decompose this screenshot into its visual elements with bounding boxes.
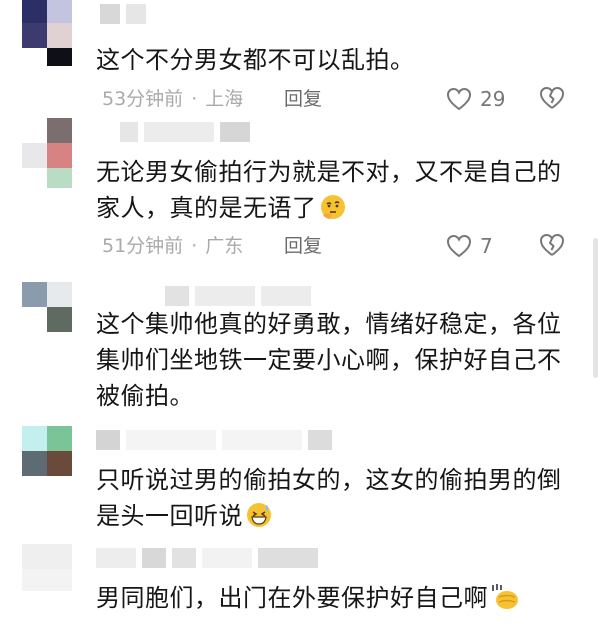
avatar[interactable] [22,118,72,188]
comment-meta: 51分钟前 · 广东 回复 7 [96,231,576,261]
comment-meta: 53分钟前 · 上海 回复 29 [96,84,576,114]
avatar[interactable] [22,544,72,594]
heart-icon [446,234,472,258]
comment-location: 广东 [205,235,244,257]
like-count: 29 [480,87,506,111]
clapping-hands-icon [490,583,518,611]
username-blurred[interactable] [100,4,152,24]
comment-text: 这个集帅他真的好勇敢，情绪好稳定，各位集帅们坐地铁一定要小心啊，保护好自己不被偷… [96,310,562,410]
like-button[interactable]: 29 [446,84,505,114]
comment-text: 这个不分男女都不可以乱拍。 [96,46,415,74]
reply-button[interactable]: 回复 [284,84,322,114]
dislike-button[interactable] [539,233,565,266]
like-count: 7 [480,234,493,258]
comment-location: 上海 [205,88,244,110]
dislike-button[interactable] [539,86,565,119]
comment-text: 男同胞们，出门在外要保护好自己啊 [96,580,582,616]
comment-text: 无论男女偷拍行为就是不对，又不是自己的家人，真的是无语了 [96,158,562,222]
avatar[interactable] [22,426,72,476]
scrollbar[interactable] [593,238,598,378]
comment-time: 53分钟前 [102,88,184,110]
thinking-face-icon [319,193,347,221]
username-blurred[interactable] [96,548,324,568]
broken-heart-icon [540,87,564,109]
avatar[interactable] [22,0,72,66]
like-button[interactable]: 7 [446,231,493,261]
comment-text: 只听说过男的偷拍女的，这女的偷拍男的倒是头一回听说 [96,466,562,530]
grinning-sweat-face-icon [245,501,273,529]
username-blurred[interactable] [120,122,256,142]
reply-button[interactable]: 回复 [284,231,322,261]
comment-time: 51分钟前 [102,235,184,257]
username-blurred[interactable] [165,286,317,306]
broken-heart-icon [540,234,564,256]
username-blurred[interactable] [96,430,338,450]
avatar[interactable] [22,282,72,332]
heart-icon [446,87,472,111]
